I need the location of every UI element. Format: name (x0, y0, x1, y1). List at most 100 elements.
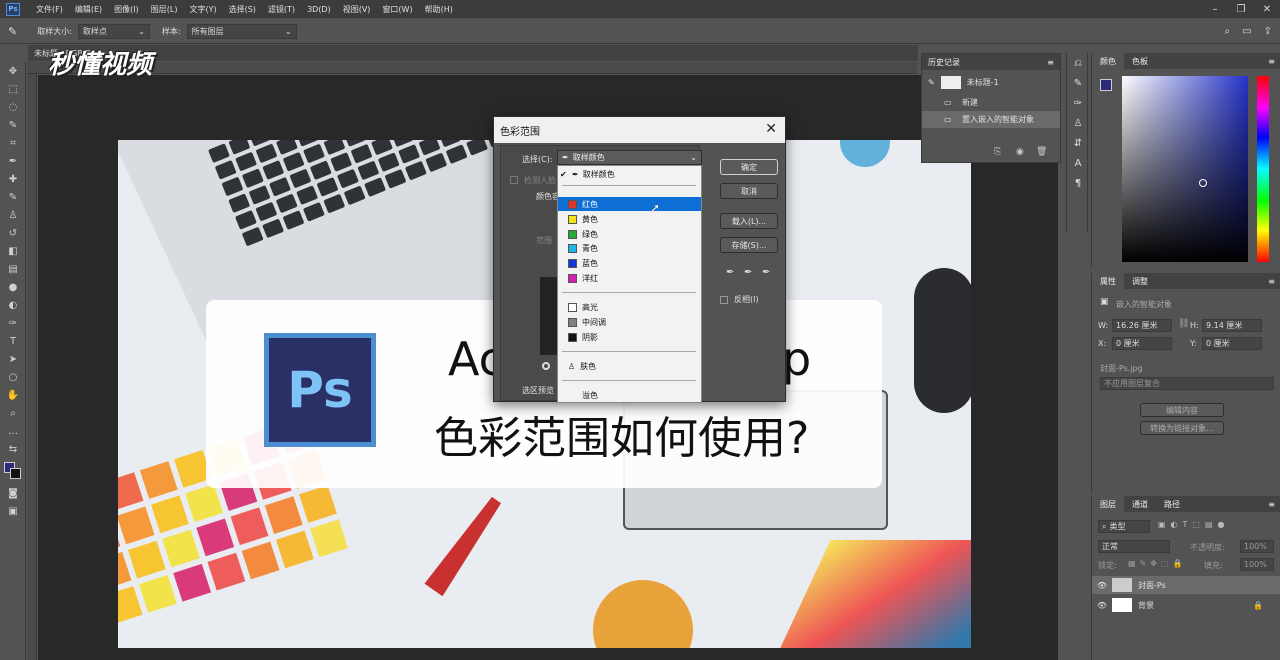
close-icon[interactable]: ✕ (765, 121, 777, 137)
option-magentas[interactable]: 洋红 (558, 271, 701, 285)
move-tool-icon[interactable]: ✥ (0, 62, 26, 80)
hand-tool-icon[interactable]: ✋ (0, 386, 26, 404)
type-tool-icon[interactable]: T (0, 332, 26, 350)
eraser-tool-icon[interactable]: ◧ (0, 242, 26, 260)
lock-icons[interactable]: ▦✎✥⬚🔒 (1128, 559, 1186, 568)
clone-source-icon[interactable]: ♙ (1067, 113, 1089, 133)
tab-properties[interactable]: 属性 (1092, 273, 1124, 289)
tab-swatches[interactable]: 色板 (1124, 53, 1156, 69)
path-select-tool-icon[interactable]: ➤ (0, 350, 26, 368)
color-field[interactable] (1122, 76, 1248, 262)
swap-colors-icon[interactable]: ⇆ (0, 440, 26, 458)
history-icon[interactable]: ⎌ (1067, 53, 1089, 73)
eyedropper-plus-icon[interactable]: ✒ (744, 267, 752, 278)
history-item-selected[interactable]: ▭ 置入嵌入的智能对象 (922, 111, 1060, 128)
sample-size-select[interactable]: 取样点 ⌄ (77, 23, 150, 39)
clone-stamp-tool-icon[interactable]: ♙ (0, 206, 26, 224)
option-cyans[interactable]: 青色 (558, 241, 701, 255)
menu-file[interactable]: 文件(F) (30, 4, 69, 15)
menu-select[interactable]: 选择(S) (223, 4, 262, 15)
select-dropdown[interactable]: ✒ 取样颜色 ⌄ (557, 150, 702, 165)
more-tools-icon[interactable]: … (0, 422, 26, 440)
y-field[interactable]: 0 厘米 (1202, 337, 1262, 350)
option-blues[interactable]: 蓝色 (558, 256, 701, 270)
document-tab[interactable]: 未标题...RGB/8) (28, 45, 918, 61)
adjustments-icon[interactable]: ⇵ (1067, 133, 1089, 153)
brush-settings-icon[interactable]: ✎ (1067, 73, 1089, 93)
healing-tool-icon[interactable]: ✚ (0, 170, 26, 188)
brush-presets-icon[interactable]: ✑ (1067, 93, 1089, 113)
tab-layers[interactable]: 图层 (1092, 496, 1124, 512)
gradient-tool-icon[interactable]: ▤ (0, 260, 26, 278)
menu-layer[interactable]: 图层(L) (145, 4, 184, 15)
link-icon[interactable]: ⛓ (1178, 319, 1189, 329)
search-icon[interactable]: ⌕ (1225, 26, 1231, 37)
history-brush-tool-icon[interactable]: ↺ (0, 224, 26, 242)
history-item[interactable]: ▭ 新建 (922, 94, 1060, 111)
option-greens[interactable]: 绿色 (558, 227, 701, 241)
ok-button[interactable]: 确定 (720, 159, 778, 175)
screen-mode-icon[interactable]: ▣ (0, 502, 26, 520)
foreground-color-swatch[interactable] (1100, 79, 1112, 91)
fill-field[interactable]: 100% (1240, 558, 1274, 571)
eye-icon[interactable]: 👁 (1092, 601, 1112, 610)
eyedropper-tool-icon[interactable]: ✒ (0, 152, 26, 170)
blend-mode-select[interactable]: 正常 (1098, 540, 1170, 553)
selection-radio[interactable] (542, 362, 550, 370)
menu-help[interactable]: 帮助(H) (419, 4, 459, 15)
menu-edit[interactable]: 编辑(E) (69, 4, 108, 15)
eyedropper-tool-icon[interactable]: ✎ (8, 25, 17, 38)
tab-adjustments[interactable]: 调整 (1124, 273, 1156, 289)
save-button[interactable]: 存储(S)... (720, 237, 778, 253)
tab-color[interactable]: 颜色 (1092, 53, 1124, 69)
option-sampled-colors[interactable]: ✔ ✒ 取样颜色 (558, 167, 701, 181)
cancel-button[interactable]: 取消 (720, 183, 778, 199)
layer-filter-select[interactable]: ⌕ 类型 (1098, 520, 1150, 533)
menu-window[interactable]: 窗口(W) (376, 4, 418, 15)
zoom-tool-icon[interactable]: ⌕ (0, 404, 26, 422)
color-picker-marker[interactable] (1199, 179, 1207, 187)
dodge-tool-icon[interactable]: ◐ (0, 296, 26, 314)
shape-tool-icon[interactable]: ○ (0, 368, 26, 386)
menu-type[interactable]: 文字(Y) (183, 4, 222, 15)
panel-menu-icon[interactable]: ≡ (1268, 277, 1275, 286)
layer-row-selected[interactable]: 👁 封面-Ps (1092, 576, 1280, 594)
option-midtones[interactable]: 中间调 (558, 315, 701, 329)
detect-faces-checkbox[interactable] (510, 176, 518, 184)
quick-mask-icon[interactable]: ◙ (0, 484, 26, 502)
sample-select[interactable]: 所有图层 ⌄ (186, 23, 297, 39)
eyedropper-minus-icon[interactable]: ✒ (762, 267, 770, 278)
panel-menu-icon[interactable]: ≡ (1268, 500, 1275, 509)
opacity-field[interactable]: 100% (1240, 540, 1274, 553)
hue-slider[interactable] (1257, 76, 1269, 262)
quick-select-tool-icon[interactable]: ✎ (0, 116, 26, 134)
option-reds[interactable]: 红色 (558, 197, 701, 211)
lasso-tool-icon[interactable]: ◌ (0, 98, 26, 116)
character-icon[interactable]: A (1067, 153, 1089, 173)
panel-menu-icon[interactable]: ≡ (1047, 58, 1054, 67)
close-window-button[interactable]: ✕ (1254, 4, 1280, 15)
menu-view[interactable]: 视图(V) (337, 4, 377, 15)
option-highlights[interactable]: 高光 (558, 300, 701, 314)
height-field[interactable]: 9.14 厘米 (1202, 319, 1262, 332)
edit-contents-button[interactable]: 编辑内容 (1140, 403, 1224, 417)
paragraph-icon[interactable]: ¶ (1067, 173, 1089, 193)
eye-icon[interactable]: 👁 (1092, 581, 1112, 590)
history-snapshot[interactable]: ✎ 未标题-1 (922, 74, 1060, 91)
color-swatch-icon[interactable] (0, 458, 26, 484)
pen-tool-icon[interactable]: ✑ (0, 314, 26, 332)
tab-paths[interactable]: 路径 (1156, 496, 1188, 512)
panel-menu-icon[interactable]: ≡ (1268, 57, 1275, 66)
menu-filter[interactable]: 滤镜(T) (262, 4, 301, 15)
option-yellows[interactable]: 黄色 (558, 212, 701, 226)
convert-to-linked-button[interactable]: 转换为链接对象... (1140, 421, 1224, 435)
width-field[interactable]: 16.26 厘米 (1112, 319, 1172, 332)
maximize-button[interactable]: ❐ (1228, 4, 1254, 15)
camera-icon[interactable]: ◉ (1016, 147, 1024, 157)
load-button[interactable]: 载入(L)... (720, 213, 778, 229)
tab-channels[interactable]: 通道 (1124, 496, 1156, 512)
x-field[interactable]: 0 厘米 (1112, 337, 1172, 350)
layer-comp-select[interactable]: 不应用图层复合 (1100, 377, 1274, 390)
option-skin-tones[interactable]: ♙ 肤色 (558, 359, 701, 373)
menu-image[interactable]: 图像(I) (108, 4, 145, 15)
